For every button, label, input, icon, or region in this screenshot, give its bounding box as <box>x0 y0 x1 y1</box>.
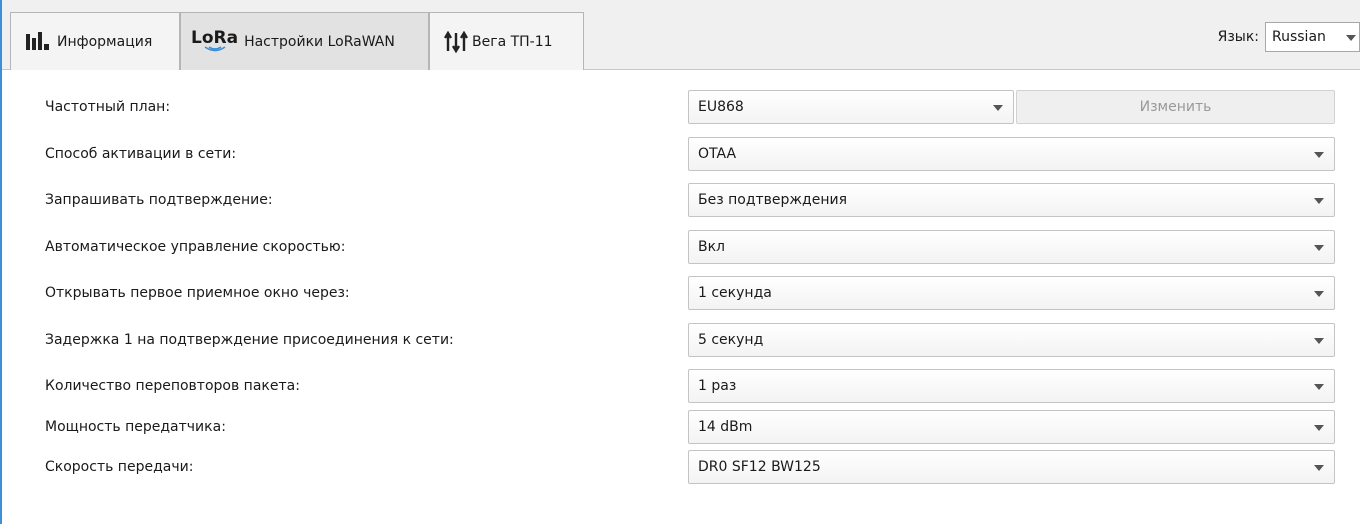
language-selector: Язык: Russian <box>1218 22 1360 52</box>
setting-row-activation: Способ активации в сети: OTAA <box>2 137 1360 171</box>
dropdown-value: 1 секунда <box>698 285 772 301</box>
setting-label: Открывать первое приемное окно через: <box>45 285 350 301</box>
tab-bar: Информация LoRa Настройки LoRaWAN Вега Т… <box>2 0 1360 70</box>
setting-label: Мощность передатчика: <box>45 419 226 435</box>
join-delay-dropdown[interactable]: 5 секунд <box>688 323 1335 357</box>
rx1-delay-dropdown[interactable]: 1 секунда <box>688 276 1335 310</box>
setting-row-tx-power: Мощность передатчика: 14 dBm <box>2 410 1360 444</box>
chevron-down-icon <box>1314 465 1324 471</box>
arrows-icon <box>444 30 468 53</box>
setting-label: Скорость передачи: <box>45 459 194 475</box>
lorawan-settings-panel: Частотный план: EU868 Изменить Способ ак… <box>2 70 1360 524</box>
setting-row-adr: Автоматическое управление скоростью: Вкл <box>2 230 1360 264</box>
chevron-down-icon <box>1314 384 1324 390</box>
chevron-down-icon <box>993 105 1003 111</box>
data-rate-dropdown[interactable]: DR0 SF12 BW125 <box>688 450 1335 484</box>
tab-label: Настройки LoRaWAN <box>244 33 395 50</box>
chevron-down-icon <box>1314 291 1324 297</box>
tab-information[interactable]: Информация <box>10 12 180 70</box>
setting-label: Частотный план: <box>45 99 171 115</box>
setting-row-join-delay: Задержка 1 на подтверждение присоединени… <box>2 323 1360 357</box>
change-button[interactable]: Изменить <box>1016 90 1335 124</box>
activation-dropdown[interactable]: OTAA <box>688 137 1335 171</box>
lora-icon: LoRa <box>191 29 238 54</box>
chevron-down-icon <box>1346 35 1356 41</box>
chevron-down-icon <box>1314 425 1324 431</box>
chevron-down-icon <box>1314 245 1324 251</box>
setting-label: Автоматическое управление скоростью: <box>45 239 346 255</box>
setting-label: Способ активации в сети: <box>45 146 237 162</box>
dropdown-value: DR0 SF12 BW125 <box>698 459 821 475</box>
chevron-down-icon <box>1314 152 1324 158</box>
adr-dropdown[interactable]: Вкл <box>688 230 1335 264</box>
chevron-down-icon <box>1314 198 1324 204</box>
dropdown-value: Вкл <box>698 239 726 255</box>
dropdown-value: 1 раз <box>698 378 737 394</box>
setting-row-confirmation: Запрашивать подтверждение: Без подтвержд… <box>2 183 1360 217</box>
setting-label: Задержка 1 на подтверждение присоединени… <box>45 332 454 348</box>
language-dropdown[interactable]: Russian <box>1265 22 1360 52</box>
setting-row-rx1-delay: Открывать первое приемное окно через: 1 … <box>2 276 1360 310</box>
chevron-down-icon <box>1314 338 1324 344</box>
dropdown-value: EU868 <box>698 99 744 115</box>
language-label: Язык: <box>1217 29 1259 45</box>
setting-row-retries: Количество переповторов пакета: 1 раз <box>2 369 1360 403</box>
dropdown-value: 14 dBm <box>698 419 753 435</box>
setting-row-data-rate: Скорость передачи: DR0 SF12 BW125 <box>2 450 1360 484</box>
frequency-plan-dropdown[interactable]: EU868 <box>688 90 1014 124</box>
tab-label: Вега ТП-11 <box>472 33 553 50</box>
setting-label: Запрашивать подтверждение: <box>45 192 273 208</box>
dropdown-value: Без подтверждения <box>698 192 847 208</box>
confirmation-dropdown[interactable]: Без подтверждения <box>688 183 1335 217</box>
setting-label: Количество переповторов пакета: <box>45 378 300 394</box>
language-value: Russian <box>1272 29 1326 45</box>
bar-chart-icon <box>25 31 53 52</box>
retries-dropdown[interactable]: 1 раз <box>688 369 1335 403</box>
tx-power-dropdown[interactable]: 14 dBm <box>688 410 1335 444</box>
dropdown-value: OTAA <box>698 146 737 162</box>
tab-vega-tp11[interactable]: Вега ТП-11 <box>429 12 584 70</box>
tab-label: Информация <box>57 33 153 50</box>
dropdown-value: 5 секунд <box>698 332 764 348</box>
setting-row-frequency-plan: Частотный план: EU868 Изменить <box>2 90 1360 124</box>
tab-lorawan-settings[interactable]: LoRa Настройки LoRaWAN <box>180 12 429 70</box>
